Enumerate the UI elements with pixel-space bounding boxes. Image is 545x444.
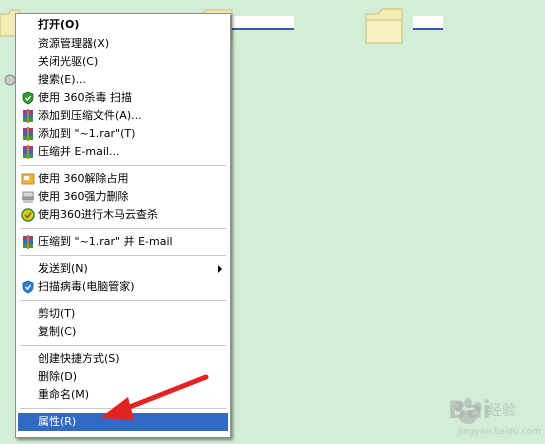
watermark-small: jingyan.baidu.com xyxy=(458,427,542,437)
watermark-sub: 经验 xyxy=(488,403,516,419)
annotation-arrow xyxy=(100,374,209,420)
watermark-text: Bai xyxy=(448,396,491,424)
